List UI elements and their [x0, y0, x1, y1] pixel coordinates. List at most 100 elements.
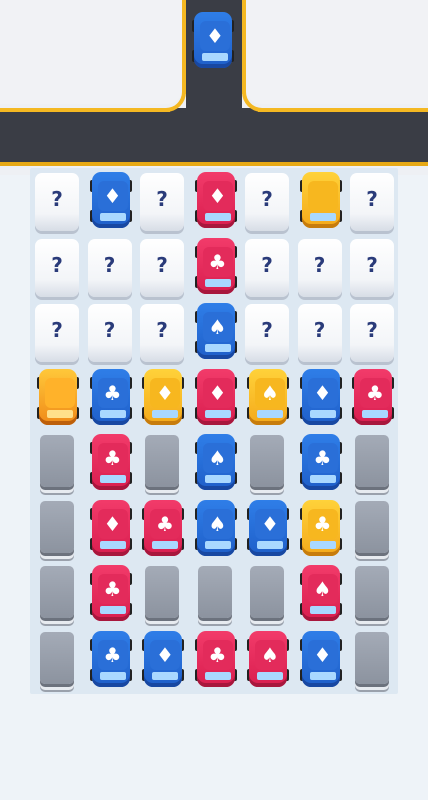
question-mark-icon: ? [261, 187, 273, 211]
mystery-tile: ? [350, 304, 394, 362]
red-car[interactable]: ♣ [89, 565, 132, 623]
car-cell[interactable]: ♣ [295, 432, 347, 497]
hidden-car-tile[interactable]: ? [85, 236, 137, 301]
car-body: ♦ [91, 499, 130, 556]
hidden-car-tile[interactable]: ? [295, 301, 347, 366]
right-block [244, 0, 428, 104]
car-cell[interactable]: ♠ [190, 432, 242, 497]
hidden-car-tile[interactable]: ? [32, 301, 84, 366]
hidden-car-tile[interactable]: ? [137, 236, 189, 301]
red-car[interactable]: ♣ [142, 499, 184, 558]
hidden-car-tile[interactable]: ? [85, 301, 137, 366]
blue-car[interactable]: ♦ [299, 630, 342, 689]
blue-car[interactable]: ♠ [194, 434, 237, 492]
blue-car[interactable]: ♦ [247, 499, 289, 558]
suit-icon: ♦ [206, 24, 224, 48]
suit-icon [308, 182, 338, 210]
suit-icon: ♣ [366, 380, 384, 405]
car-cell[interactable]: ♣ [85, 629, 137, 694]
car-cell[interactable]: ♠ [190, 301, 242, 366]
car-cell[interactable]: ♣ [347, 367, 399, 432]
windshield [309, 606, 336, 614]
car-cell[interactable]: ♦ [295, 367, 347, 432]
hidden-car-tile[interactable]: ? [242, 170, 294, 235]
red-car[interactable]: ♠ [299, 565, 342, 623]
car-cell[interactable]: ♦ [295, 629, 347, 694]
car-cell[interactable]: ♦ [85, 170, 137, 235]
empty-slot [32, 432, 84, 497]
car-body: ♦ [249, 499, 287, 556]
red-car[interactable]: ♣ [89, 434, 132, 492]
blue-car[interactable]: ♠ [194, 499, 237, 558]
yellow-car[interactable]: ♦ [142, 368, 184, 427]
car-cell[interactable]: ♣ [85, 563, 137, 628]
car-cell[interactable]: ♦ [85, 498, 137, 563]
question-mark-icon: ? [313, 318, 326, 342]
blue-car[interactable]: ♣ [89, 368, 132, 427]
suit-icon: ♣ [103, 446, 122, 470]
red-car[interactable]: ♣ [194, 237, 237, 296]
suit-icon: ♦ [103, 184, 122, 208]
car-body: ♣ [144, 499, 182, 556]
red-car[interactable]: ♦ [89, 499, 132, 558]
blue-car[interactable]: ♣ [299, 434, 342, 492]
red-car[interactable]: ♦ [194, 172, 237, 230]
hidden-car-tile[interactable]: ? [32, 170, 84, 235]
red-car[interactable]: ♣ [194, 630, 237, 689]
hidden-car-tile[interactable]: ? [32, 236, 84, 301]
car-cell[interactable]: ♣ [137, 498, 189, 563]
red-car[interactable]: ♣ [352, 368, 394, 427]
hidden-car-tile[interactable]: ? [242, 236, 294, 301]
yellow-car[interactable]: ♠ [247, 368, 289, 427]
yellow-car[interactable]: ♣ [299, 499, 342, 558]
suit-icon: ♣ [313, 511, 332, 536]
car-body: ♦ [144, 368, 182, 425]
car-cell[interactable]: ♣ [190, 629, 242, 694]
car-cell[interactable]: ♣ [295, 498, 347, 563]
orange-car[interactable] [37, 368, 79, 427]
blue-car[interactable]: ♦ [89, 172, 132, 230]
blue-car[interactable]: ♣ [89, 630, 132, 689]
car-cell[interactable]: ♠ [295, 563, 347, 628]
car-cell[interactable]: ♦ [137, 629, 189, 694]
road-car[interactable]: ♦ [192, 12, 234, 70]
car-cell[interactable]: ♠ [190, 498, 242, 563]
empty-slot [32, 563, 84, 628]
hidden-car-tile[interactable]: ? [347, 236, 399, 301]
hidden-car-tile[interactable]: ? [137, 170, 189, 235]
windshield [47, 409, 73, 418]
car-cell[interactable]: ♣ [190, 236, 242, 301]
car-cell[interactable]: ♦ [137, 367, 189, 432]
blue-car[interactable]: ♦ [142, 630, 184, 689]
car-cell[interactable]: ♣ [85, 367, 137, 432]
suit-icon: ♣ [208, 642, 227, 667]
car-cell[interactable]: ♣ [85, 432, 137, 497]
car-cell[interactable]: ♦ [190, 170, 242, 235]
yellow-car[interactable] [299, 172, 342, 230]
car-cell[interactable] [295, 170, 347, 235]
blue-car[interactable]: ♦ [299, 368, 342, 427]
question-mark-icon: ? [103, 252, 116, 277]
hidden-car-tile[interactable]: ? [137, 301, 189, 366]
suit-icon: ♦ [261, 511, 279, 536]
red-car[interactable]: ♠ [247, 630, 289, 689]
blue-car[interactable]: ♠ [194, 303, 237, 361]
question-mark-icon: ? [261, 318, 273, 342]
car-body [39, 368, 77, 425]
suit-icon: ♦ [208, 380, 227, 405]
question-mark-icon: ? [261, 252, 273, 277]
car-cell[interactable]: ♠ [242, 367, 294, 432]
hidden-car-tile[interactable]: ? [295, 236, 347, 301]
hidden-car-tile[interactable]: ? [347, 170, 399, 235]
suit-icon: ♣ [156, 511, 174, 536]
question-mark-icon: ? [156, 252, 168, 277]
car-cell[interactable]: ♦ [242, 498, 294, 563]
hidden-car-tile[interactable]: ? [347, 301, 399, 366]
red-car[interactable]: ♦ [194, 368, 237, 427]
car-cell[interactable] [32, 367, 84, 432]
windshield [204, 278, 231, 287]
hidden-car-tile[interactable]: ? [242, 301, 294, 366]
road-intersection: ♦ [0, 0, 428, 175]
car-cell[interactable]: ♦ [190, 367, 242, 432]
car-cell[interactable]: ♠ [242, 629, 294, 694]
